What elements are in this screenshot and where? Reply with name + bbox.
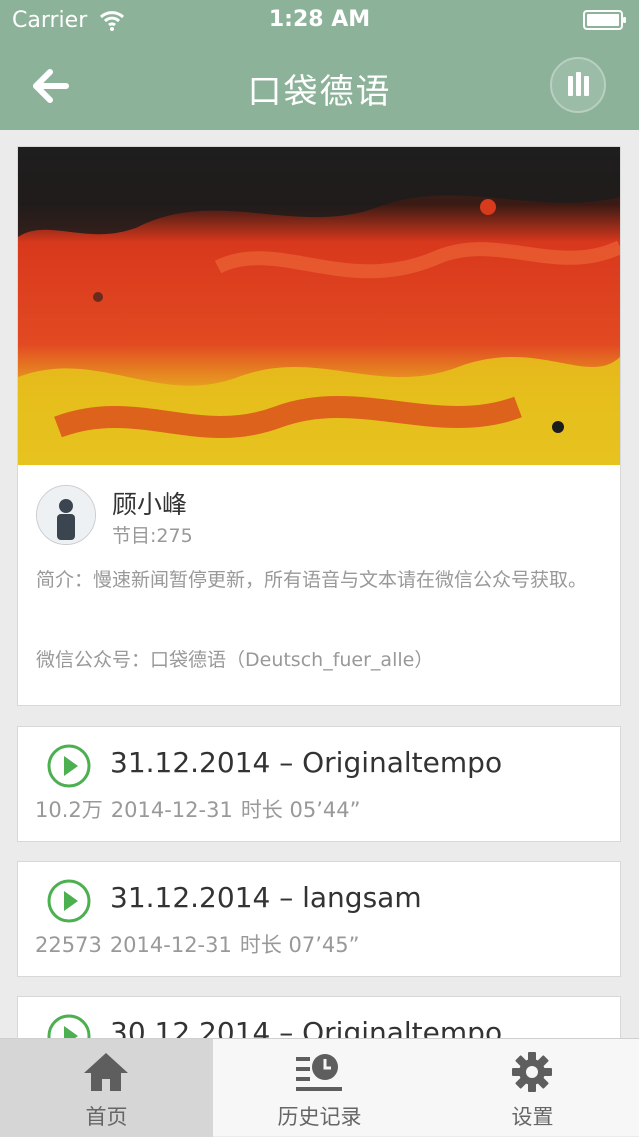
program-card: 顾小峰 节目:275 简介：慢速新闻暂停更新，所有语音与文本请在微信公众号获取。… (17, 146, 621, 706)
episode-duration: 时长 07’45” (239, 933, 360, 957)
episode-date: 2014-12-31 (109, 933, 232, 957)
author-avatar[interactable] (36, 485, 96, 545)
play-icon[interactable] (46, 1013, 92, 1038)
banner-image (18, 147, 620, 465)
episode-title: 30.12.2014 – Originaltempo (110, 1016, 503, 1038)
clock: 1:28 AM (268, 7, 371, 32)
tab-settings[interactable]: 设置 (426, 1039, 639, 1137)
episode-date: 2014-12-31 (110, 798, 233, 822)
episode-count: 节目:275 (112, 525, 193, 547)
play-count: 22573 (35, 933, 102, 957)
episode-item[interactable]: 30.12.2014 – Originaltempo (17, 996, 621, 1038)
page-title: 口袋德语 (247, 72, 392, 112)
person-icon (37, 486, 95, 544)
home-icon (84, 1053, 128, 1091)
tab-label: 历史记录 (277, 1105, 362, 1129)
play-count: 10.2万 (35, 798, 103, 822)
tab-label: 首页 (85, 1105, 128, 1129)
content-scroll[interactable]: 顾小峰 节目:275 简介：慢速新闻暂停更新，所有语音与文本请在微信公众号获取。… (0, 130, 639, 1038)
episode-duration: 时长 05’44” (240, 798, 361, 822)
tab-home[interactable]: 首页 (0, 1039, 213, 1137)
episode-title: 31.12.2014 – Originaltempo (110, 746, 503, 779)
episode-item[interactable]: 31.12.2014 – langsam 22573 2014-12-31 时长 0… (17, 861, 621, 977)
play-icon[interactable] (46, 743, 92, 789)
author-name: 顾小峰 (112, 490, 188, 519)
program-intro: 简介：慢速新闻暂停更新，所有语音与文本请在微信公众号获取。 (36, 569, 588, 591)
wechat-account: 微信公众号：口袋德语（Deutsch_fuer_alle） (36, 649, 434, 671)
history-icon (296, 1054, 342, 1091)
battery-icon (583, 10, 626, 30)
gear-icon (512, 1052, 552, 1092)
episode-title: 31.12.2014 – langsam (110, 881, 422, 914)
play-icon[interactable] (46, 878, 92, 924)
episode-meta: 22573 2014-12-31 时长 07’45” (35, 929, 368, 959)
episode-meta: 10.2万 2014-12-31 时长 05’44” (35, 794, 369, 824)
tab-bar: 首页 历史记录 设置 (0, 1038, 639, 1137)
status-bar: Carrier 1:28 AM (0, 0, 639, 40)
tab-history[interactable]: 历史记录 (213, 1039, 426, 1137)
nav-bar: 口袋德语 (0, 40, 639, 130)
now-playing-button[interactable] (550, 57, 606, 113)
tab-label: 设置 (511, 1105, 554, 1129)
episode-item[interactable]: 31.12.2014 – Originaltempo 10.2万 2014-12-… (17, 726, 621, 842)
